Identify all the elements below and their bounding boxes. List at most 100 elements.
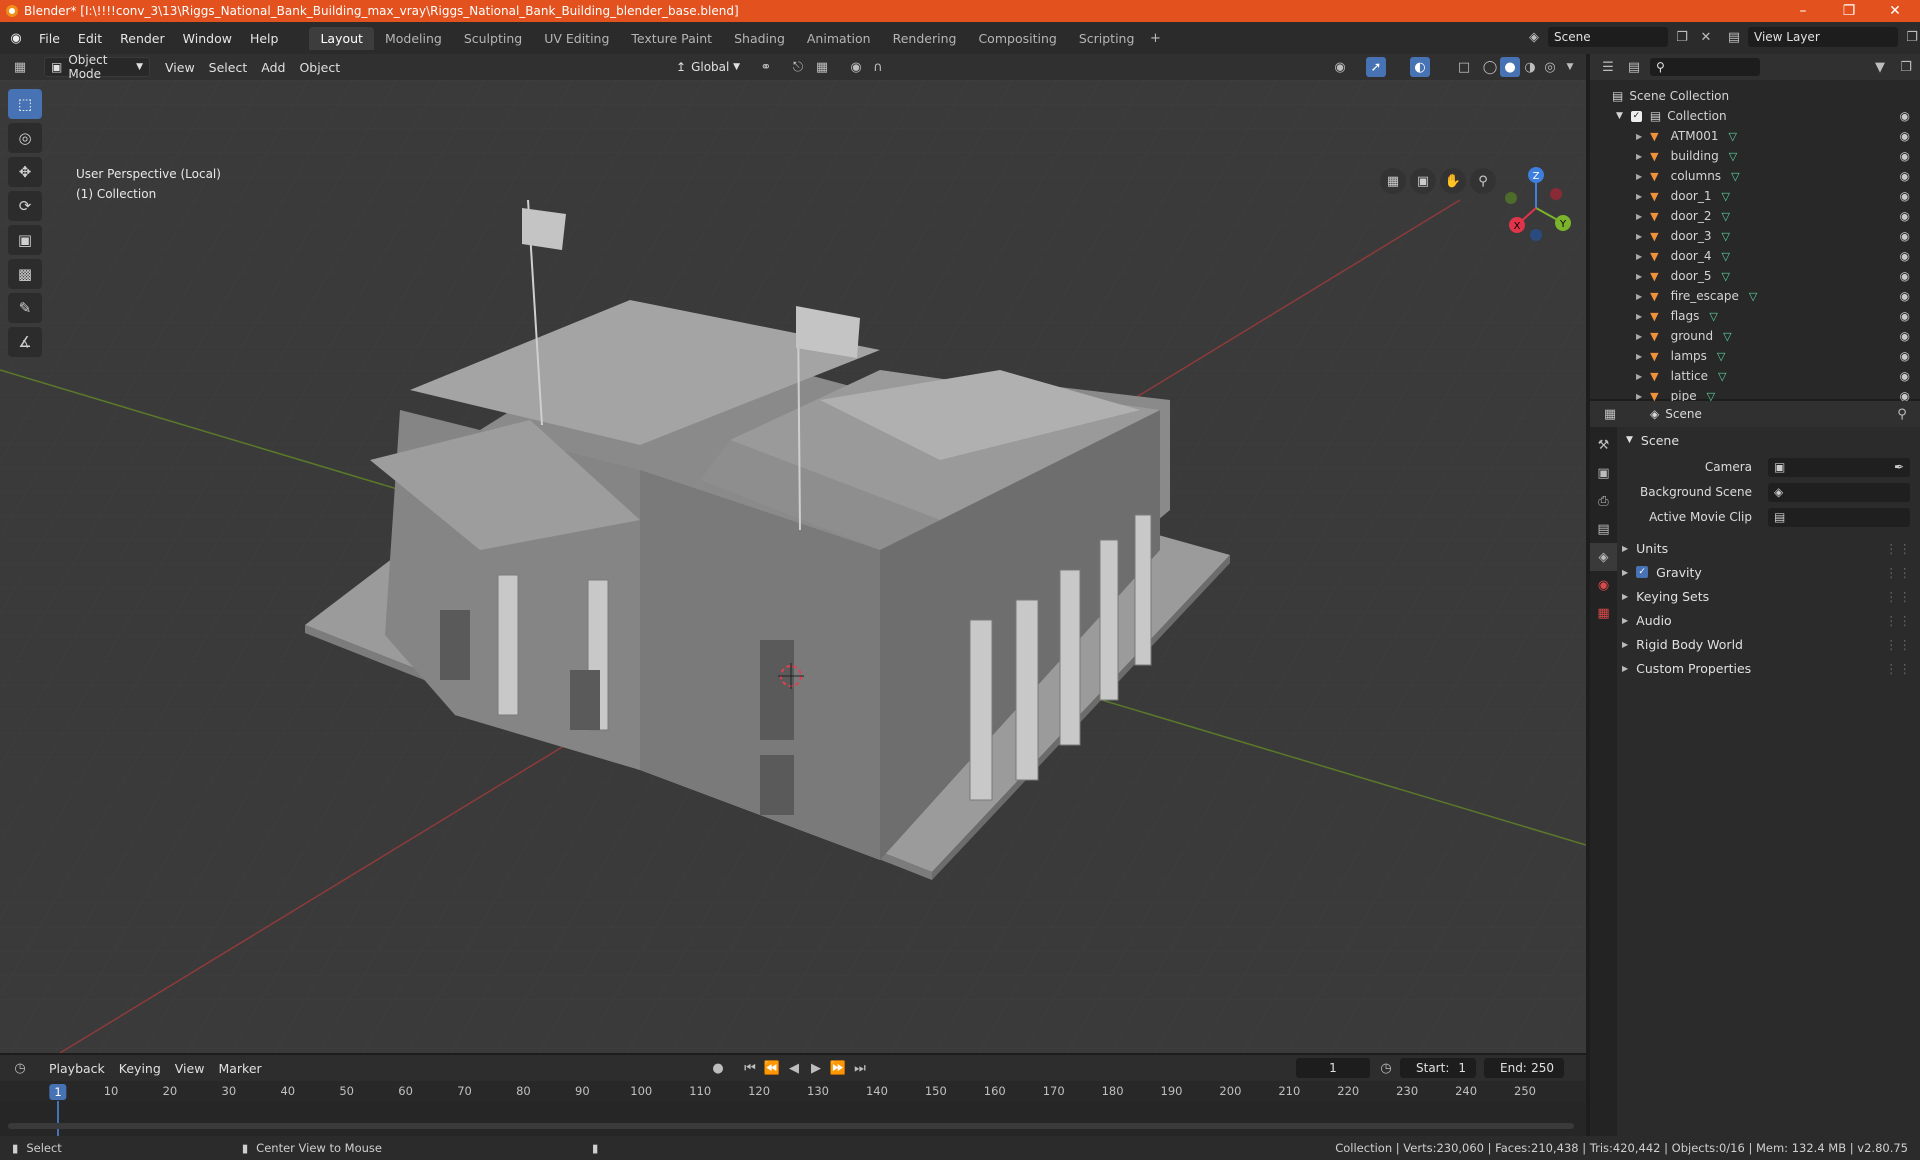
eye-icon[interactable]: ◉ (1900, 329, 1910, 343)
eye-icon[interactable]: ◉ (1900, 189, 1910, 203)
editor-type-icon[interactable]: ▦ (1600, 404, 1620, 424)
chevron-right-icon[interactable]: ▶ (1636, 212, 1642, 221)
outliner-item-lattice[interactable]: ▶ ▼ lattice ▽ ◉ (1590, 366, 1920, 386)
minimize-icon[interactable]: – (1780, 0, 1826, 22)
shading-options-icon[interactable]: ▼ (1560, 57, 1580, 77)
outliner-item-door-1[interactable]: ▶ ▼ door_1 ▽ ◉ (1590, 186, 1920, 206)
panel-gravity[interactable]: ▶ ✓ Gravity ⋮⋮ (1622, 561, 1912, 583)
timeline-track[interactable] (0, 1101, 1586, 1136)
pan-hand-icon[interactable]: ✋ (1440, 168, 1466, 194)
eye-icon[interactable]: ◉ (1900, 149, 1910, 163)
panel-audio[interactable]: ▶ Audio ⋮⋮ (1622, 609, 1912, 631)
editor-type-icon[interactable]: ◷ (10, 1058, 30, 1078)
pivot-icon[interactable]: ⚭ (756, 57, 776, 77)
menu-object[interactable]: Object (292, 57, 347, 78)
tab-shading[interactable]: Shading (723, 27, 796, 50)
menu-help[interactable]: Help (241, 31, 288, 46)
collection-checkbox[interactable]: ✓ (1630, 110, 1642, 122)
display-mode-icon[interactable]: ▤ (1624, 57, 1644, 77)
chevron-right-icon[interactable]: ▶ (1636, 192, 1642, 201)
gravity-checkbox[interactable]: ✓ (1636, 566, 1649, 578)
wireframe-shading-icon[interactable]: ◯ (1480, 57, 1500, 77)
remove-scene-icon[interactable]: ✕ (1696, 27, 1716, 47)
scene-tab-icon[interactable]: ◈ (1590, 543, 1617, 571)
outliner-item-ground[interactable]: ▶ ▼ ground ▽ ◉ (1590, 326, 1920, 346)
view-layer-icon[interactable]: ▤ (1724, 27, 1744, 47)
outliner-item-door-2[interactable]: ▶ ▼ door_2 ▽ ◉ (1590, 206, 1920, 226)
active-movie-clip-field[interactable]: ▤ (1768, 507, 1910, 527)
mode-dropdown[interactable]: ▣ Object Mode ▼ (44, 53, 150, 81)
eye-icon[interactable]: ◉ (1900, 349, 1910, 363)
panel-keying-sets[interactable]: ▶ Keying Sets ⋮⋮ (1622, 585, 1912, 607)
material-shading-icon[interactable]: ◑ (1520, 57, 1540, 77)
record-icon[interactable]: ● (708, 1058, 728, 1078)
zoom-icon[interactable]: ⚲ (1470, 168, 1496, 194)
menu-view[interactable]: View (158, 57, 202, 78)
xray-icon[interactable]: □ (1454, 57, 1474, 77)
outliner-search-input[interactable]: ⚲ (1650, 58, 1760, 76)
grid-view-icon[interactable]: ▦ (1380, 168, 1406, 194)
menu-select[interactable]: Select (202, 57, 255, 78)
texture-tab-icon[interactable]: ▦ (1590, 599, 1617, 627)
editor-type-icon[interactable]: ☰ (1598, 57, 1618, 77)
new-scene-icon[interactable]: ❐ (1672, 27, 1692, 47)
measure-tool-icon[interactable]: ∡ (8, 327, 42, 357)
eye-icon[interactable]: ◉ (1900, 369, 1910, 383)
clock-icon[interactable]: ◷ (1376, 1058, 1396, 1078)
drag-handle-icon[interactable]: ⋮⋮ (1885, 637, 1912, 652)
tab-modeling[interactable]: Modeling (374, 27, 453, 50)
panel-units[interactable]: ▶ Units ⋮⋮ (1622, 537, 1912, 559)
snap-target-icon[interactable]: ▦ (812, 57, 832, 77)
eye-icon[interactable]: ◉ (1900, 229, 1910, 243)
rotate-tool-icon[interactable]: ⟳ (8, 191, 42, 221)
rendered-shading-icon[interactable]: ◎ (1540, 57, 1560, 77)
orientation-dropdown[interactable]: ↥ Global ▼ (670, 57, 746, 77)
chevron-down-icon[interactable]: ▼ (1616, 111, 1623, 121)
outliner-item-building[interactable]: ▶ ▼ building ▽ ◉ (1590, 146, 1920, 166)
view-layer-field[interactable]: View Layer (1748, 27, 1898, 47)
timeline-scrollbar[interactable] (8, 1123, 1574, 1129)
editor-type-icon[interactable]: ▦ (10, 57, 30, 77)
eye-icon[interactable]: ◉ (1900, 249, 1910, 263)
panel-rigid-body-world[interactable]: ▶ Rigid Body World ⋮⋮ (1622, 633, 1912, 655)
tool-tab-icon[interactable]: ⚒ (1590, 431, 1617, 459)
camera-field[interactable]: ▣ ✒ (1768, 457, 1910, 477)
eye-icon[interactable]: ◉ (1900, 309, 1910, 323)
snap-icon[interactable]: ⎋ (788, 57, 808, 77)
play-reverse-icon[interactable]: ◀ (784, 1058, 804, 1078)
add-workspace-icon[interactable]: + (1145, 28, 1165, 48)
outliner-item-lamps[interactable]: ▶ ▼ lamps ▽ ◉ (1590, 346, 1920, 366)
tab-animation[interactable]: Animation (796, 27, 882, 50)
chevron-right-icon[interactable]: ▶ (1636, 392, 1642, 401)
panel-custom-properties[interactable]: ▶ Custom Properties ⋮⋮ (1622, 657, 1912, 679)
chevron-right-icon[interactable]: ▶ (1636, 172, 1642, 181)
menu-edit[interactable]: Edit (69, 31, 111, 46)
visibility-icon[interactable]: ◉ (1330, 57, 1350, 77)
outliner-item-flags[interactable]: ▶ ▼ flags ▽ ◉ (1590, 306, 1920, 326)
tab-compositing[interactable]: Compositing (967, 27, 1067, 50)
output-tab-icon[interactable]: ⎙ (1590, 487, 1617, 515)
chevron-right-icon[interactable]: ▶ (1636, 252, 1642, 261)
menu-marker[interactable]: Marker (211, 1058, 268, 1079)
gizmo-toggle-icon[interactable]: ➚ (1366, 57, 1386, 77)
outliner-collection[interactable]: ▼ ✓ ▤ Collection ◉ (1590, 106, 1920, 126)
overlay-toggle-icon[interactable]: ◐ (1410, 57, 1430, 77)
background-scene-field[interactable]: ◈ (1768, 482, 1910, 502)
new-collection-icon[interactable]: ❐ (1896, 57, 1916, 77)
jump-start-icon[interactable]: ⏮ (740, 1058, 760, 1078)
eye-icon[interactable]: ◉ (1900, 209, 1910, 223)
timeline-ruler[interactable]: 1 10 20 30 40 50 60 70 80 90 100 110 120 130 140 150 160… (0, 1081, 1586, 1101)
menu-file[interactable]: File (30, 31, 69, 46)
blender-menu-icon[interactable]: ◉ (6, 28, 26, 48)
chevron-right-icon[interactable]: ▶ (1636, 372, 1642, 381)
camera-view-icon[interactable]: ▣ (1410, 168, 1436, 194)
eye-icon[interactable]: ◉ (1900, 169, 1910, 183)
view-layer-tab-icon[interactable]: ▤ (1590, 515, 1617, 543)
cursor-tool-icon[interactable]: ◎ (8, 123, 42, 153)
eye-icon[interactable]: ◉ (1900, 109, 1910, 123)
solid-shading-icon[interactable]: ● (1500, 57, 1520, 77)
restore-icon[interactable]: ❐ (1826, 0, 1872, 22)
tab-layout[interactable]: Layout (309, 26, 374, 50)
outliner-item-door-5[interactable]: ▶ ▼ door_5 ▽ ◉ (1590, 266, 1920, 286)
chevron-right-icon[interactable]: ▶ (1636, 232, 1642, 241)
